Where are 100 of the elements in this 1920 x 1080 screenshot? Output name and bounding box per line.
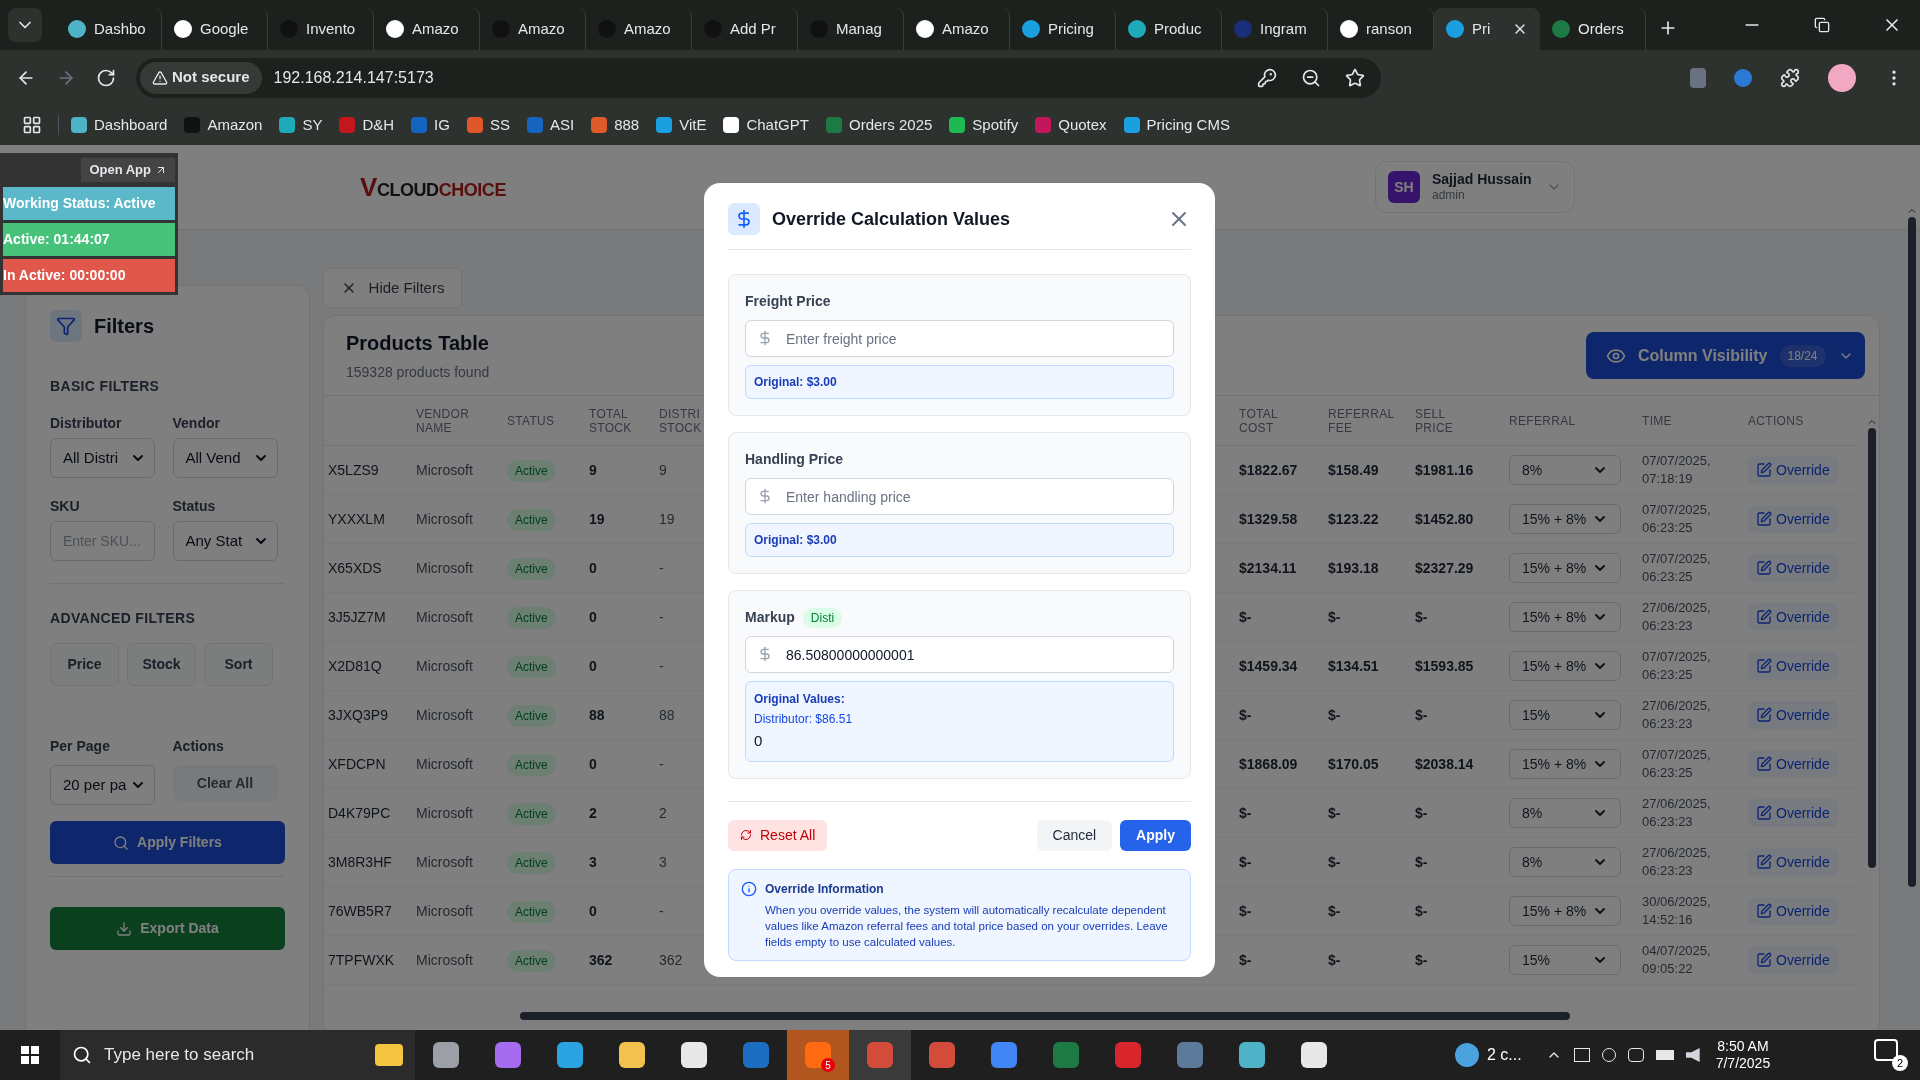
referral-select[interactable]: 8% (1509, 847, 1621, 877)
override-button[interactable]: Override (1748, 603, 1838, 631)
address-bar[interactable]: Not secure 192.168.214.147:5173 (136, 57, 1381, 98)
referral-select[interactable]: 15% + 8% (1509, 602, 1621, 632)
override-button[interactable]: Override (1748, 456, 1838, 484)
apply-button[interactable]: Apply (1120, 819, 1191, 851)
bookmark[interactable]: ChatGPT (723, 113, 809, 137)
star-icon[interactable] (1345, 67, 1365, 88)
column-header: VENDOR NAME (416, 406, 471, 435)
site-icon (591, 117, 608, 133)
override-button[interactable]: Override (1748, 701, 1838, 729)
reload-icon[interactable] (96, 67, 116, 88)
table-cell-text: $- (1328, 901, 1342, 921)
table-cell-text: Microsoft (416, 950, 474, 970)
vendor-select[interactable]: All Vend (172, 438, 278, 478)
override-button[interactable]: Override (1748, 554, 1838, 582)
field-label: Markup (745, 608, 795, 627)
tray-icon[interactable] (1573, 1048, 1590, 1062)
site-icon (68, 20, 86, 38)
clear-all-button[interactable]: Clear All (172, 765, 278, 801)
markup-field[interactable]: 86.50800000000001 (745, 636, 1174, 673)
override-button[interactable]: Override (1748, 750, 1838, 778)
avatar-icon[interactable] (1828, 63, 1856, 92)
volume-icon[interactable] (1685, 1048, 1700, 1062)
table-cell-text: Microsoft (416, 901, 474, 921)
apply-filters-button[interactable]: Apply Filters (50, 821, 285, 864)
original-extra: 0 (754, 731, 764, 751)
bookmark[interactable]: D&H (339, 113, 395, 137)
taskbar-search[interactable]: Type here to search (60, 1030, 415, 1080)
extension-icon[interactable] (1690, 67, 1706, 88)
column-header: TOTAL COST (1239, 406, 1279, 435)
open-app-button[interactable]: Open App (81, 158, 175, 182)
override-button[interactable]: Override (1748, 652, 1838, 680)
override-button[interactable]: Override (1748, 946, 1838, 974)
key-icon[interactable] (1257, 67, 1277, 88)
referral-select[interactable]: 15% + 8% (1509, 749, 1621, 779)
bookmark[interactable]: IG (411, 113, 450, 137)
user-menu[interactable]: SH Sajjad Hussain admin (1375, 161, 1575, 213)
filter-button[interactable]: Stock (127, 643, 196, 686)
apps-icon[interactable] (22, 115, 42, 135)
edit-icon (1756, 952, 1772, 968)
table-cell-text: $1981.16 (1415, 460, 1475, 480)
disti-badge: Disti (802, 607, 843, 628)
override-button[interactable]: Override (1748, 897, 1838, 925)
referral-select[interactable]: 15% + 8% (1509, 651, 1621, 681)
bookmark[interactable]: Amazon (184, 113, 263, 137)
filter-button[interactable]: Price (50, 643, 119, 686)
notifications-button[interactable]: 2 (1874, 1039, 1908, 1071)
restore-icon[interactable] (1814, 17, 1830, 33)
referral-select[interactable]: 15% (1509, 700, 1621, 730)
site-icon (949, 117, 966, 133)
column-header: TOTAL STOCK (589, 406, 633, 435)
override-button[interactable]: Override (1748, 848, 1838, 876)
per-page-select[interactable]: 20 per pa (50, 765, 155, 805)
referral-select[interactable]: 8% (1509, 455, 1621, 485)
tray-icon[interactable] (1627, 1048, 1644, 1062)
referral-select[interactable]: 15% + 8% (1509, 896, 1621, 926)
table-cell-text: 07/07/2025, 06:23:25 (1642, 501, 1712, 537)
filter-button[interactable]: Sort (204, 643, 273, 686)
override-button[interactable]: Override (1748, 799, 1838, 827)
export-data-button[interactable]: Export Data (50, 907, 285, 950)
active-time: Active: 01:44:07 (3, 222, 175, 256)
referral-select[interactable]: 15% + 8% (1509, 553, 1621, 583)
table-cell-text: $- (1239, 607, 1253, 627)
table-cell-text: 362 (659, 950, 684, 970)
taskbar-app-icon[interactable]: 5 (787, 1030, 849, 1080)
clock[interactable]: 8:50 AM 7/7/2025 (1715, 1037, 1771, 1073)
table-cell-text: 0 (589, 901, 598, 921)
browser-tab[interactable]: Pri (1434, 8, 1540, 50)
referral-select[interactable]: 15% (1509, 945, 1621, 975)
site-icon (386, 20, 404, 38)
bookmark[interactable]: SY (279, 113, 323, 137)
bookmark[interactable]: Orders 2025 (825, 113, 933, 137)
bookmark[interactable]: 888 (591, 113, 640, 137)
dollar-icon (757, 330, 773, 346)
bookmark[interactable]: Quotex (1035, 113, 1107, 137)
extensions-icon[interactable] (1780, 67, 1800, 88)
bookmark[interactable]: SS (466, 113, 510, 137)
reset-all-button[interactable]: Reset All (728, 819, 828, 851)
zoom-icon[interactable] (1301, 67, 1321, 88)
price-field[interactable]: Enter handling price (745, 478, 1174, 515)
referral-select[interactable]: 15% + 8% (1509, 504, 1621, 534)
price-field[interactable]: Enter freight price (745, 320, 1174, 357)
referral-select[interactable]: 8% (1509, 798, 1621, 828)
override-button[interactable]: Override (1748, 505, 1838, 533)
table-cell-text: - (659, 901, 665, 921)
bookmark[interactable]: Dashboard (71, 113, 168, 137)
bookmark[interactable]: Spotify (949, 113, 1019, 137)
extension-icon[interactable] (1734, 68, 1752, 87)
table-cell-text: - (659, 607, 665, 627)
site-icon (656, 117, 673, 133)
bookmark[interactable]: Pricing CMS (1123, 113, 1230, 137)
bookmark[interactable]: ASI (526, 113, 575, 137)
cancel-button[interactable]: Cancel (1036, 819, 1113, 851)
column-visibility-button[interactable]: Column Visibility 18/24 (1586, 332, 1865, 379)
bookmark[interactable]: VitE (656, 113, 707, 137)
status-select[interactable]: Any Stat (172, 521, 278, 561)
hide-filters-button[interactable]: Hide Filters (323, 268, 462, 308)
security-chip[interactable]: Not secure (140, 61, 262, 94)
distributor-select[interactable]: All Distri (50, 438, 155, 478)
